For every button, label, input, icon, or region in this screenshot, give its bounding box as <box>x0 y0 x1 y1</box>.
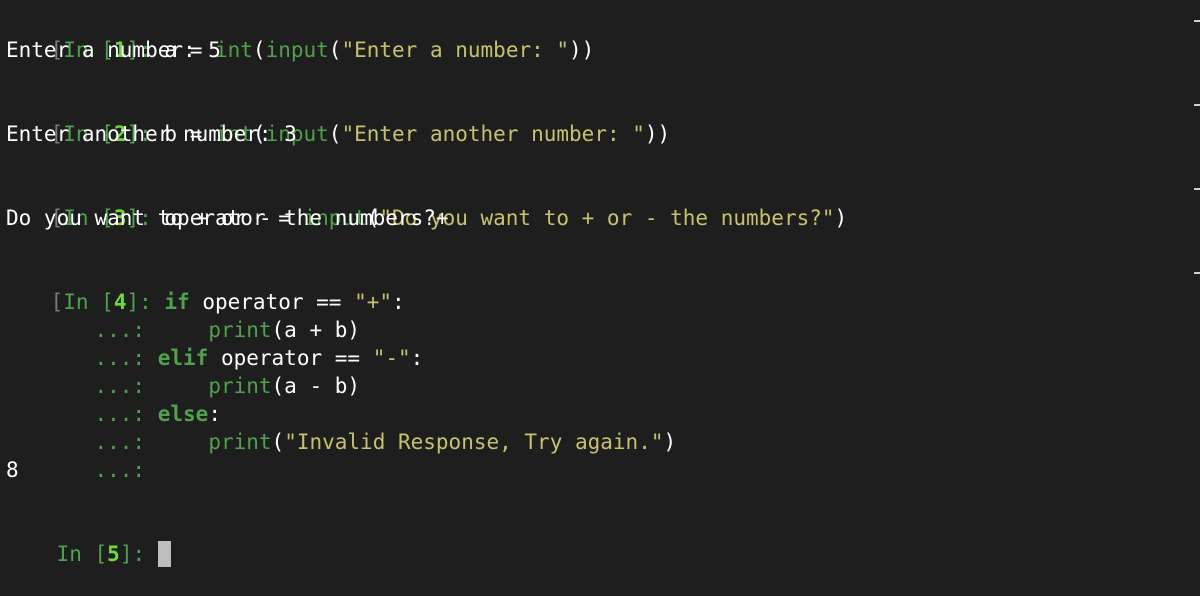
scroll-marker <box>1194 188 1200 190</box>
input-line-3: [In [3]: operator = input("Do you want t… <box>6 176 1200 230</box>
code-paren: )) <box>644 122 671 146</box>
prompt-label: In [ <box>63 290 114 314</box>
prompt-label: In [ <box>56 542 108 566</box>
code-string: "Enter a number: " <box>341 38 570 62</box>
code-text: (a - b) <box>271 374 361 398</box>
code-text: operator == <box>208 346 373 370</box>
output-line-4: 8 <box>6 458 19 482</box>
code-keyword: if <box>164 290 190 314</box>
input-line-2: [In [2]: b = int(input("Enter another nu… <box>6 92 1200 146</box>
prompt-suffix: ]: <box>126 290 165 314</box>
code-text: (a + b) <box>271 318 361 342</box>
code-keyword: elif <box>157 346 209 370</box>
cell-marker-bracket: [ <box>50 290 64 314</box>
input-line-4: [In [4]: if operator == "+": <box>6 260 1200 314</box>
code-colon: : <box>410 346 424 370</box>
code-string: "-" <box>372 346 411 370</box>
code-function: print <box>208 430 272 454</box>
active-input-line[interactable]: In [5]: <box>6 512 1200 567</box>
code-paren: ( <box>328 38 342 62</box>
code-function: print <box>208 374 272 398</box>
code-paren: )) <box>569 38 595 62</box>
prompt-suffix: ]: <box>119 542 158 566</box>
code-function: print <box>208 318 272 342</box>
code-string: "Invalid Response, Try again." <box>284 430 664 454</box>
scroll-marker <box>1194 272 1200 274</box>
input-line-1: [In [1]: a = int(input("Enter a number: … <box>6 8 1200 62</box>
scroll-marker <box>1194 20 1200 22</box>
prompt-number: 5 <box>107 542 120 566</box>
code-paren: ) <box>663 430 677 454</box>
code-paren: ( <box>271 430 285 454</box>
code-colon: : <box>208 402 221 426</box>
continuation-prompt: ...: <box>56 318 158 342</box>
continuation-prompt: ...: <box>56 346 158 370</box>
text-cursor[interactable] <box>157 541 171 567</box>
prompt-number: 4 <box>113 290 127 314</box>
code-keyword: else <box>157 402 209 426</box>
continuation-prompt: ...: <box>56 402 158 426</box>
code-paren: ( <box>252 38 266 62</box>
code-paren: ) <box>834 206 848 230</box>
continuation-prompt: ...: <box>56 374 158 398</box>
ipython-terminal[interactable]: [In [1]: a = int(input("Enter a number: … <box>0 8 1200 588</box>
continuation-prompt: ...: <box>56 458 158 482</box>
code-string: "+" <box>354 290 393 314</box>
scroll-marker <box>1194 104 1200 106</box>
code-text: operator == <box>189 290 355 314</box>
code-paren: ( <box>328 122 342 146</box>
output-line-1: Enter a number: 5 <box>6 38 221 62</box>
code-function: input <box>265 38 329 62</box>
continuation-prompt: ...: <box>56 430 158 454</box>
code-string: "Enter another number: " <box>341 122 645 146</box>
code-colon: : <box>392 290 405 314</box>
